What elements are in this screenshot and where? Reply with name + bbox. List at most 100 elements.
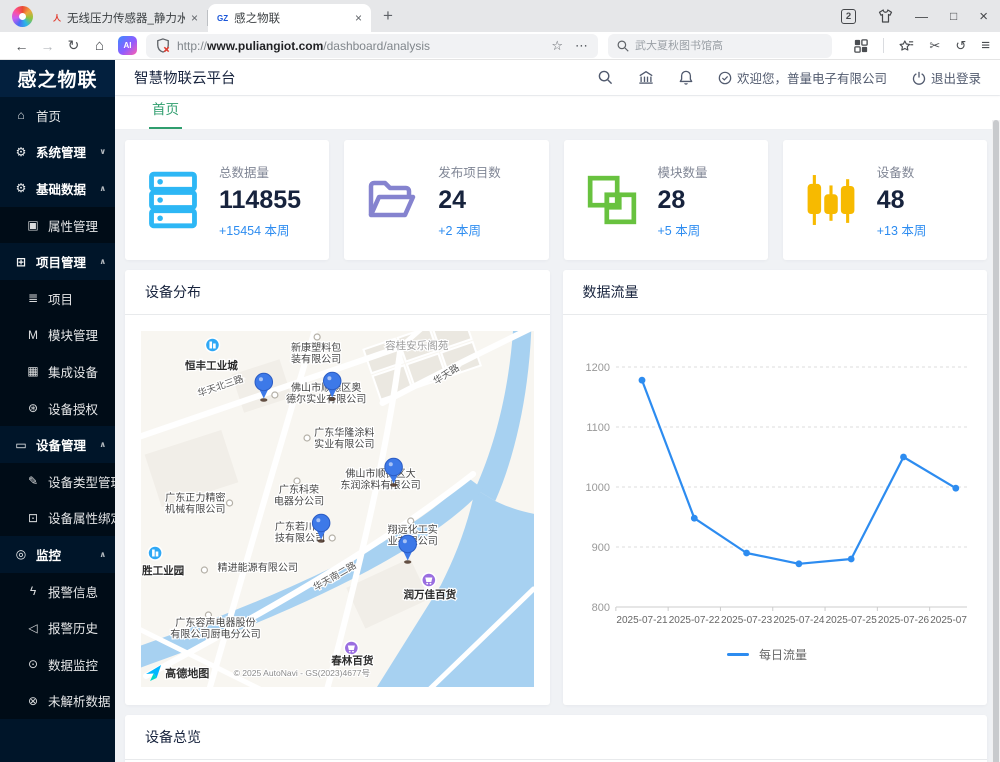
gear-icon: ⚙ (13, 181, 29, 195)
menu-icon[interactable]: ≡ (981, 37, 990, 54)
sidebar-item-报警历史[interactable]: ◁报警历史 (0, 609, 115, 646)
address-bar[interactable]: http://www.puliangiot.com/dashboard/anal… (146, 34, 598, 58)
organization-bank-icon[interactable] (638, 70, 654, 85)
stat-card-设备数: 设备数48+13 本周 (783, 140, 987, 260)
flow-line-series (642, 380, 956, 564)
scrollbar-thumb[interactable] (993, 120, 999, 762)
chart-legend[interactable]: 每日流量 (727, 647, 807, 662)
bind-icon: ⊡ (25, 511, 41, 525)
collect-favorite-icon[interactable] (899, 39, 914, 53)
browser-tab[interactable]: 人无线压力传感器_静力水准仪_× (44, 4, 207, 32)
welcome-user[interactable]: 欢迎您，普量电子有限公司 (718, 68, 887, 87)
screenshot-scissors-icon[interactable]: ✂ (929, 38, 940, 54)
new-tab-button[interactable]: + (383, 6, 393, 26)
notification-bell-icon[interactable] (679, 70, 693, 85)
tab-close-icon[interactable]: × (355, 11, 362, 25)
amap-logo[interactable]: 高德地图 (146, 665, 209, 681)
site-security-icon[interactable] (156, 38, 170, 53)
tab-close-icon[interactable]: × (191, 11, 198, 25)
svg-text:2025-07-21: 2025-07-21 (616, 615, 668, 626)
sidebar-item-项目管理[interactable]: ⊞项目管理∧ (0, 243, 115, 280)
device-marker-pin[interactable] (399, 535, 417, 563)
svg-text:1100: 1100 (586, 422, 610, 434)
more-options-icon[interactable]: ⋯ (575, 38, 588, 54)
user-check-icon (718, 71, 732, 85)
tab-count-badge[interactable]: 2 (841, 9, 856, 24)
list-icon: ≣ (25, 291, 41, 305)
sidebar-item-label: 首页 (36, 106, 61, 125)
sidebar-item-设备属性绑定[interactable]: ⊡设备属性绑定 (0, 500, 115, 537)
gear-icon: ⚙ (13, 145, 29, 159)
unparsed-icon: ⊗ (25, 694, 41, 708)
data-flow-panel: 数据流量 1200110010009008002025-07-212025-07… (563, 270, 988, 705)
logout-button[interactable]: 退出登录 (912, 68, 981, 87)
sidebar-item-报警信息[interactable]: ϟ报警信息 (0, 573, 115, 610)
header-search-icon[interactable] (598, 70, 613, 85)
sidebar-item-数据监控[interactable]: ⊙数据监控 (0, 646, 115, 683)
stat-delta: +15454 本周 (219, 220, 301, 239)
back-icon[interactable]: ← (10, 38, 33, 54)
building-poi-icon (205, 338, 219, 352)
sidebar-item-未解析数据[interactable]: ⊗未解析数据 (0, 683, 115, 720)
bookmark-star-icon[interactable]: ☆ (551, 38, 563, 54)
stat-label: 发布项目数 (438, 162, 501, 181)
data-point (847, 556, 854, 563)
map-label: 润万佳百货 (403, 588, 456, 601)
svg-text:高德地图: 高德地图 (165, 666, 209, 680)
poi-dot (201, 567, 207, 573)
apps-grid-icon[interactable] (854, 39, 868, 53)
sidebar-item-设备类型管理[interactable]: ✎设备类型管理 (0, 463, 115, 500)
minimize-button[interactable]: — (915, 9, 928, 24)
search-input[interactable] (635, 40, 815, 52)
sidebar-item-系统管理[interactable]: ⚙系统管理∨ (0, 134, 115, 171)
sidebar-item-设备授权[interactable]: ⊛设备授权 (0, 390, 115, 427)
sidebar: 感之物联 ⌂首页⚙系统管理∨⚙基础数据∧▣属性管理⊞项目管理∧≣项目M模块管理▦… (0, 60, 115, 762)
svg-text:2025-07-23: 2025-07-23 (721, 615, 773, 626)
stat-delta: +13 本周 (877, 220, 927, 239)
browser-logo-icon[interactable] (12, 6, 33, 27)
chevron-down-icon: ∨ (100, 147, 107, 156)
tab-home[interactable]: 首页 (149, 98, 182, 129)
amap-device-map[interactable]: 新康塑料包装有限公司容桂安乐阁苑恒丰工业城华天北三路佛山市顺德区奥德尔实业有限公… (141, 331, 534, 687)
url-scheme: http:// (177, 39, 207, 53)
sidebar-item-项目[interactable]: ≣ 项目 (0, 280, 115, 317)
daily-flow-line-chart[interactable]: 1200110010009008002025-07-212025-07-2220… (579, 315, 967, 683)
sidebar-item-label: 属性管理 (48, 216, 98, 235)
maximize-button[interactable]: □ (950, 9, 957, 23)
data-point (690, 515, 697, 522)
undo-closed-tab-icon[interactable]: ↺ (955, 38, 966, 54)
building-poi-icon (148, 546, 162, 560)
home-icon-toolbar[interactable]: ⌂ (88, 37, 111, 54)
sidebar-item-基础数据[interactable]: ⚙基础数据∧ (0, 170, 115, 207)
sidebar-item-监控[interactable]: ◎监控∧ (0, 536, 115, 573)
browser-search-box[interactable] (608, 34, 832, 58)
map-label: 广东华隆涂料实业有限公司 (314, 426, 374, 450)
sidebar-item-设备管理[interactable]: ▭设备管理∧ (0, 426, 115, 463)
sidebar-item-模块管理[interactable]: M模块管理 (0, 317, 115, 354)
sidebar-item-首页[interactable]: ⌂首页 (0, 97, 115, 134)
sidebar-item-集成设备[interactable]: ▦集成设备 (0, 353, 115, 390)
skin-icon[interactable] (878, 9, 893, 23)
svg-text:2025-07-26: 2025-07-26 (877, 615, 929, 626)
forward-icon[interactable]: → (36, 38, 59, 54)
tab-title: 感之物联 (234, 10, 349, 26)
browser-tab[interactable]: GZ感之物联× (208, 4, 371, 32)
chevron-up-icon: ∧ (100, 440, 107, 449)
close-window-button[interactable]: × (979, 8, 988, 25)
data-monitor-icon: ⊙ (25, 657, 41, 671)
map-label: 华天北三路 (196, 373, 246, 400)
stat-cards-row: 总数据量114855+15454 本周发布项目数24+2 本周模块数量28+5 … (125, 140, 987, 260)
reload-icon[interactable]: ↻ (62, 37, 85, 54)
page-scrollbar[interactable] (992, 120, 1000, 762)
shop-poi-icon (344, 641, 358, 655)
stat-delta: +2 本周 (438, 220, 501, 239)
sidebar-item-label: 项目 (48, 289, 73, 308)
browser-tabs: 人无线压力传感器_静力水准仪_×GZ感之物联× (44, 0, 371, 32)
poi-dot (304, 435, 310, 441)
ai-assistant-icon[interactable]: AI (118, 36, 137, 55)
svg-text:每日流量: 每日流量 (759, 647, 807, 662)
svg-text:2025-07-27: 2025-07-27 (930, 615, 967, 626)
sidebar-item-属性管理[interactable]: ▣属性管理 (0, 207, 115, 244)
svg-text:2025-07-24: 2025-07-24 (773, 615, 825, 626)
stat-card-模块数量: 模块数量28+5 本周 (564, 140, 768, 260)
